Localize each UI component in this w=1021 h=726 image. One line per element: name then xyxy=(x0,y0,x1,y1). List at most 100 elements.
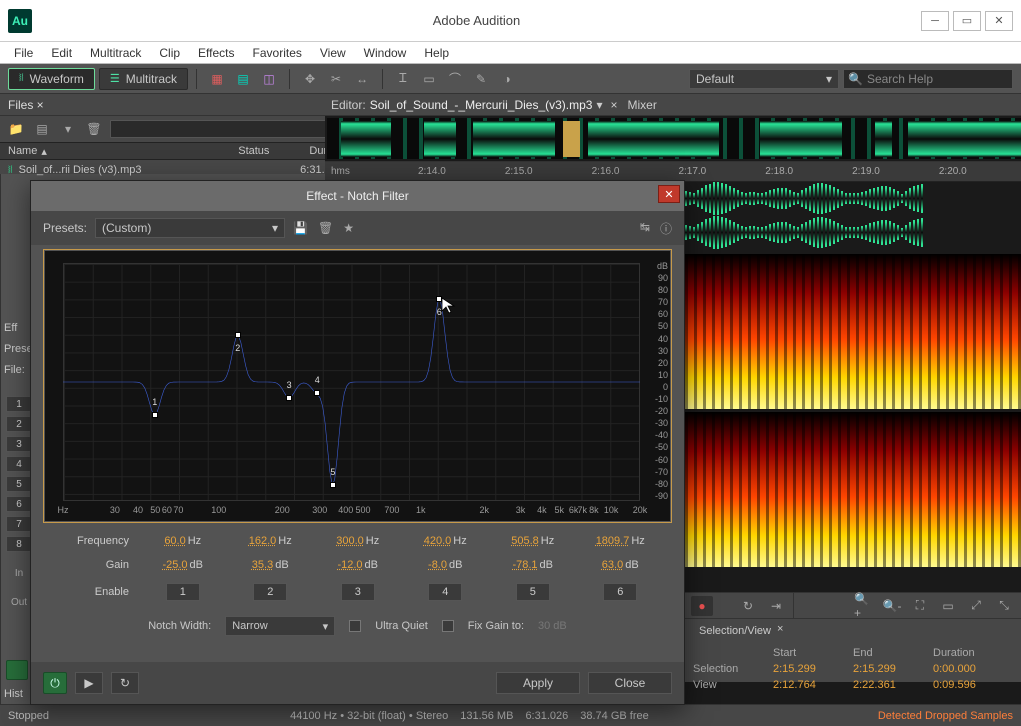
zoom-in-icon[interactable]: 🔍+ xyxy=(853,596,875,616)
rack-slot[interactable]: 6 xyxy=(6,496,32,512)
spot-heal-tool-icon[interactable]: ◑ xyxy=(495,68,519,90)
frequency-value[interactable]: 60.0Hz xyxy=(143,535,223,547)
help-icon[interactable]: ⓘ xyxy=(660,220,672,237)
sv-value[interactable]: 2:15.299 xyxy=(773,663,843,675)
delete-preset-icon[interactable]: 🗑 xyxy=(318,221,333,235)
menu-edit[interactable]: Edit xyxy=(43,44,80,62)
zoom-in-time-icon[interactable]: ⤢ xyxy=(965,596,987,616)
window-maximize-button[interactable]: ▭ xyxy=(953,11,981,31)
favorite-preset-icon[interactable]: ★ xyxy=(343,221,354,235)
menu-window[interactable]: Window xyxy=(356,44,415,62)
zoom-sel-icon[interactable]: ▭ xyxy=(937,596,959,616)
enable-band-button[interactable]: 2 xyxy=(231,583,311,601)
editor-tab[interactable]: Editor: Soil_of_Sound_-_Mercurii_Dies_(v… xyxy=(331,98,618,112)
gain-value[interactable]: -12.0dB xyxy=(318,559,398,571)
zoom-out-time-icon[interactable]: ⤡ xyxy=(993,596,1015,616)
rack-slot[interactable]: 1 xyxy=(6,396,32,412)
lasso-tool-icon[interactable]: ⌒ xyxy=(443,68,467,90)
record-button[interactable]: ● xyxy=(691,596,713,616)
trash-icon[interactable]: 🗑 xyxy=(84,120,104,138)
close-button[interactable]: Close xyxy=(588,672,672,694)
status-warning[interactable]: Detected Dropped Samples xyxy=(878,710,1013,722)
notch-width-dropdown[interactable]: Narrow ▾ xyxy=(225,616,335,636)
frequency-value[interactable]: 300.0Hz xyxy=(318,535,398,547)
menu-view[interactable]: View xyxy=(312,44,354,62)
effects-rack-tab[interactable]: Eff xyxy=(4,322,33,337)
preview-loop-button[interactable]: ↻ xyxy=(111,672,139,694)
window-close-button[interactable]: ✕ xyxy=(985,11,1013,31)
files-search-input[interactable] xyxy=(110,120,353,138)
dialog-titlebar[interactable]: Effect - Notch Filter ✕ xyxy=(31,181,684,211)
overview-waveform[interactable]: ⤢ xyxy=(325,116,1021,162)
rack-slot[interactable]: 2 xyxy=(6,416,32,432)
preview-play-button[interactable]: ▶ xyxy=(75,672,103,694)
sv-value[interactable]: 2:22.361 xyxy=(853,679,923,691)
skip-icon[interactable]: ⇥ xyxy=(765,596,787,616)
gain-value[interactable]: -78.1dB xyxy=(493,559,573,571)
file-row[interactable]: ⧘⧙ Soil_of...rii Dies (v3).mp3 6:31.026 xyxy=(0,160,359,180)
spectral-pan-icon[interactable]: ◫ xyxy=(257,68,281,90)
rack-slot[interactable]: 4 xyxy=(6,456,32,472)
spectral-pitch-icon[interactable]: ▤ xyxy=(231,68,255,90)
gain-value[interactable]: -8.0dB xyxy=(406,559,486,571)
frequency-value[interactable]: 1809.7Hz xyxy=(581,535,661,547)
enable-band-button[interactable]: 3 xyxy=(318,583,398,601)
time-select-tool-icon[interactable]: Ꮖ xyxy=(391,68,415,90)
dialog-close-button[interactable]: ✕ xyxy=(658,185,680,203)
import-icon[interactable]: ▾ xyxy=(58,120,78,138)
enable-band-button[interactable]: 4 xyxy=(406,583,486,601)
gain-value[interactable]: 63.0dB xyxy=(581,559,661,571)
timeline-ruler[interactable]: hms 2:14.0 2:15.0 2:16.0 2:17.0 2:18.0 2… xyxy=(325,162,1021,182)
zoom-out-icon[interactable]: 🔍- xyxy=(881,596,903,616)
frequency-value[interactable]: 162.0Hz xyxy=(231,535,311,547)
zoom-full-icon[interactable]: ⛶ xyxy=(909,596,931,616)
move-tool-icon[interactable]: ✥ xyxy=(298,68,322,90)
mixer-tab[interactable]: Mixer xyxy=(628,98,657,112)
sv-value[interactable]: 0:00.000 xyxy=(933,663,1003,675)
files-tab[interactable]: Files × xyxy=(0,94,359,116)
rack-slot[interactable]: 7 xyxy=(6,516,32,532)
frequency-value[interactable]: 420.0Hz xyxy=(406,535,486,547)
fix-gain-checkbox[interactable] xyxy=(442,620,454,632)
ultra-quiet-checkbox[interactable] xyxy=(349,620,361,632)
eq-graph[interactable]: dB9080706050403020100-10-20-30-40-50-60-… xyxy=(45,251,670,521)
sv-value[interactable]: 0:09.596 xyxy=(933,679,1003,691)
menu-favorites[interactable]: Favorites xyxy=(245,44,310,62)
presets-dropdown[interactable]: (Custom) ▾ xyxy=(95,218,285,238)
enable-band-button[interactable]: 6 xyxy=(581,583,661,601)
files-col-status[interactable]: Status xyxy=(238,145,269,157)
rack-slot[interactable]: 3 xyxy=(6,436,32,452)
mode-waveform-button[interactable]: ⧘⧙ Waveform xyxy=(8,68,95,90)
rack-power-button[interactable] xyxy=(6,660,28,680)
window-minimize-button[interactable]: ─ xyxy=(921,11,949,31)
save-preset-icon[interactable]: 💾 xyxy=(293,221,308,235)
rack-slot[interactable]: 8 xyxy=(6,536,32,552)
apply-button[interactable]: Apply xyxy=(496,672,580,694)
workspace-dropdown[interactable]: Default ▾ xyxy=(689,69,839,89)
effect-power-button[interactable]: ⏻ xyxy=(43,672,67,694)
close-tab-icon[interactable]: × xyxy=(611,98,618,112)
sv-value[interactable]: 2:12.764 xyxy=(773,679,843,691)
gain-value[interactable]: 35.3dB xyxy=(231,559,311,571)
slip-tool-icon[interactable]: ↔ xyxy=(350,68,374,90)
mode-multitrack-button[interactable]: ☰ Multitrack xyxy=(99,68,188,90)
rack-slot[interactable]: 5 xyxy=(6,476,32,492)
frequency-value[interactable]: 505.8Hz xyxy=(493,535,573,547)
menu-help[interactable]: Help xyxy=(416,44,457,62)
sv-value[interactable]: 2:15.299 xyxy=(853,663,923,675)
loop-icon[interactable]: ↻ xyxy=(737,596,759,616)
menu-effects[interactable]: Effects xyxy=(190,44,242,62)
brush-tool-icon[interactable]: ✎ xyxy=(469,68,493,90)
menu-multitrack[interactable]: Multitrack xyxy=(82,44,149,62)
marquee-tool-icon[interactable]: ▭ xyxy=(417,68,441,90)
history-tab[interactable]: Hist xyxy=(4,688,23,700)
new-file-icon[interactable]: ▤ xyxy=(32,120,52,138)
open-file-icon[interactable]: 📁 xyxy=(6,120,26,138)
files-col-name[interactable]: Name ▴ xyxy=(8,145,198,158)
spectral-frequency-icon[interactable]: ▦ xyxy=(205,68,229,90)
razor-tool-icon[interactable]: ✂ xyxy=(324,68,348,90)
menu-file[interactable]: File xyxy=(6,44,41,62)
menu-clip[interactable]: Clip xyxy=(151,44,188,62)
gain-value[interactable]: -25.0dB xyxy=(143,559,223,571)
search-help-input[interactable]: 🔍 Search Help xyxy=(843,69,1013,89)
